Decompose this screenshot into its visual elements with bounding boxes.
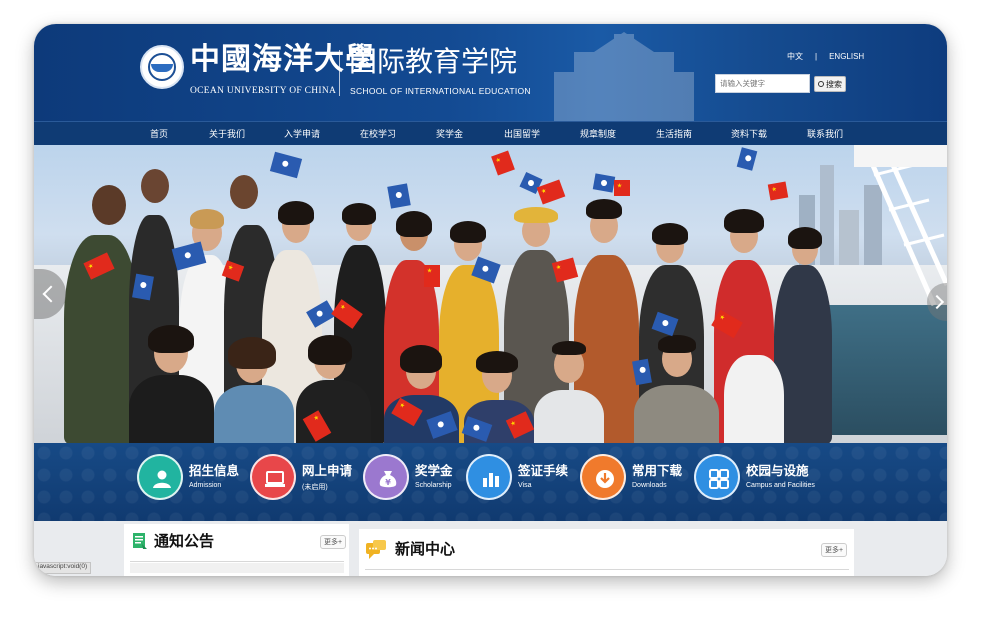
quick-link-online-application[interactable]: 网上申请 (未启用)	[250, 454, 360, 510]
notices-title: 通知公告	[154, 532, 215, 550]
status-bar-url: javascript:void(0)	[34, 562, 92, 574]
search-button[interactable]: 搜索	[814, 76, 846, 92]
quick-link-scholarship-title: 奖学金	[415, 463, 453, 478]
university-name-en: OCEAN UNIVERSITY OF CHINA	[190, 86, 337, 96]
quick-link-visa[interactable]: 签证手续 Visa	[466, 454, 576, 510]
lang-separator: |	[815, 52, 818, 61]
quick-link-campus-facilities[interactable]: 校园与设施 Campus and Facilities	[694, 454, 834, 510]
news-divider	[365, 569, 849, 570]
notice-icon	[133, 533, 147, 549]
nav-item-downloads[interactable]: 资料下载	[731, 127, 767, 140]
site-header: 中國海洋大學 OCEAN UNIVERSITY OF CHINA 国际教育学院 …	[34, 24, 947, 121]
quick-link-downloads-badge	[580, 454, 626, 500]
logo-divider	[339, 50, 340, 96]
quick-link-downloads-subtitle: Downloads	[632, 482, 667, 489]
nav-item-home[interactable]: 首页	[150, 127, 168, 140]
language-switcher: 中文 | ENGLISH	[781, 51, 870, 62]
nav-item-about[interactable]: 关于我们	[209, 127, 245, 140]
lang-english-link[interactable]: ENGLISH	[829, 52, 864, 61]
grid-icon	[709, 469, 729, 489]
quick-link-application-subtitle: (未启用)	[302, 484, 328, 491]
search-button-label: 搜索	[826, 79, 842, 89]
quick-link-campus-badge	[694, 454, 740, 500]
search-icon	[818, 81, 824, 87]
nav-item-contact[interactable]: 联系我们	[807, 127, 843, 140]
quick-link-admission-subtitle: Admission	[189, 482, 222, 489]
lang-chinese-link[interactable]: 中文	[787, 52, 803, 61]
quick-link-campus-title: 校园与设施	[746, 463, 809, 478]
quick-link-downloads-title: 常用下载	[632, 463, 683, 478]
quick-link-visa-badge	[466, 454, 512, 500]
svg-text:¥: ¥	[385, 478, 391, 487]
quick-link-scholarship[interactable]: ¥ 奖学金 Scholarship	[363, 454, 463, 510]
quick-links-bar: 招生信息 Admission 网上申请 (未启用) ¥ 奖学金 Scholars…	[34, 443, 947, 521]
notices-list-placeholder	[130, 563, 344, 573]
nav-item-study[interactable]: 在校学习	[360, 127, 396, 140]
quick-link-downloads[interactable]: 常用下载 Downloads	[580, 454, 690, 510]
bar-chart-icon	[483, 473, 499, 487]
hero-banner[interactable]	[34, 145, 947, 443]
building-watermark	[554, 32, 694, 121]
quick-link-admission-title: 招生信息	[189, 463, 240, 478]
news-title: 新闻中心	[395, 540, 456, 558]
quick-link-visa-subtitle: Visa	[518, 482, 532, 489]
quick-link-application-badge	[250, 454, 296, 500]
money-bag-icon: ¥	[379, 471, 397, 488]
nav-item-living-guide[interactable]: 生活指南	[656, 127, 692, 140]
quick-link-application-title: 网上申请	[302, 463, 353, 478]
quick-link-admission-badge	[137, 454, 183, 500]
news-more-button[interactable]: 更多+	[821, 543, 848, 557]
nav-item-scholarship[interactable]: 奖学金	[436, 127, 463, 140]
quick-link-visa-title: 签证手续	[518, 463, 569, 478]
notices-panel: 通知公告 更多+	[124, 524, 349, 576]
ship-rigging	[854, 145, 947, 307]
search-input[interactable]	[715, 74, 810, 93]
nav-item-study-abroad[interactable]: 出国留学	[504, 127, 540, 140]
nav-item-regulations[interactable]: 规章制度	[580, 127, 616, 140]
quick-link-campus-subtitle: Campus and Facilities	[746, 482, 815, 489]
school-name-cn[interactable]: 国际教育学院	[349, 44, 517, 80]
chat-bubbles-icon	[366, 540, 386, 559]
quick-link-scholarship-subtitle: Scholarship	[415, 482, 452, 489]
browser-frame: 中國海洋大學 OCEAN UNIVERSITY OF CHINA 国际教育学院 …	[34, 24, 947, 576]
university-emblem[interactable]	[140, 45, 184, 89]
person-icon	[153, 470, 171, 488]
news-panel: 新闻中心 更多+	[359, 529, 854, 576]
quick-link-admission[interactable]: 招生信息 Admission	[137, 454, 247, 510]
nav-item-admission[interactable]: 入学申请	[284, 127, 320, 140]
download-icon	[596, 470, 614, 488]
notices-more-button[interactable]: 更多+	[320, 535, 347, 549]
main-nav: 首页 关于我们 入学申请 在校学习 奖学金 出国留学 规章制度 生活指南 资料下…	[34, 121, 947, 145]
laptop-icon	[265, 471, 285, 487]
notices-divider	[130, 561, 344, 562]
school-name-en: SCHOOL OF INTERNATIONAL EDUCATION	[350, 86, 531, 96]
quick-link-scholarship-badge: ¥	[363, 454, 409, 500]
content-area: 通知公告 更多+ 新闻中心 更多+ javascript:void(0)	[34, 521, 947, 576]
